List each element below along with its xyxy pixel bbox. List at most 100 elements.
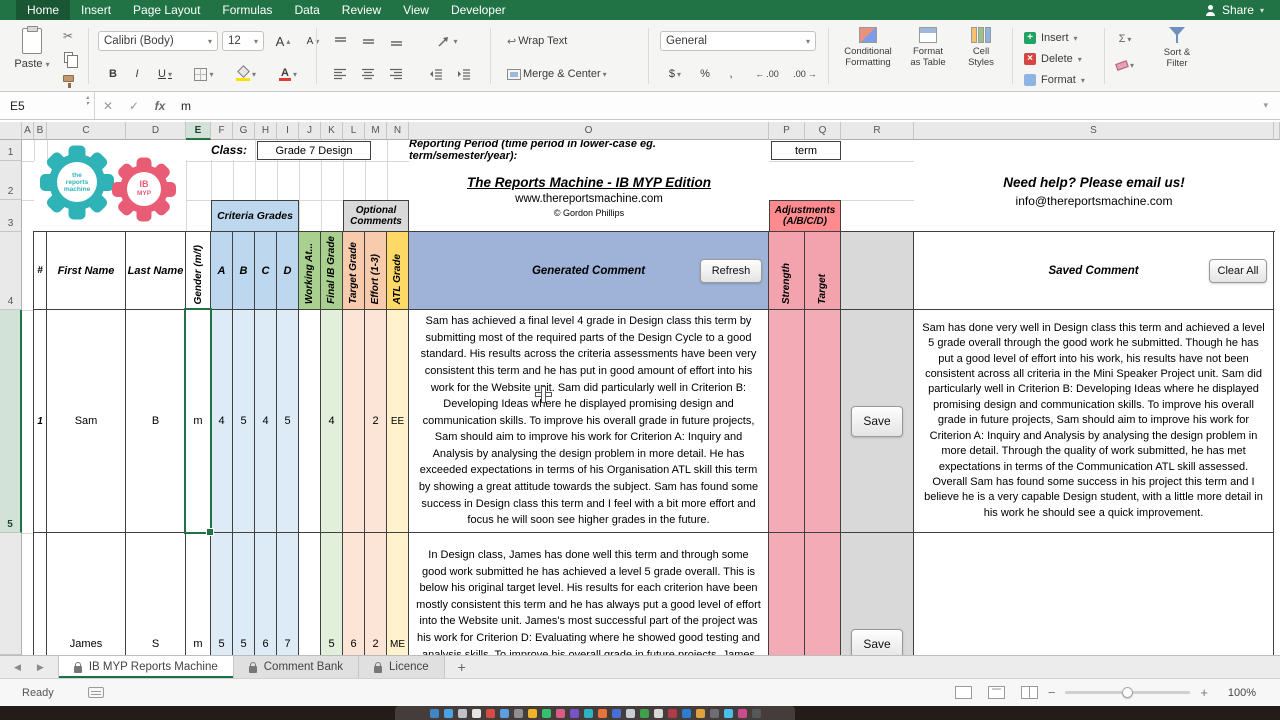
- column-header-g[interactable]: G: [233, 122, 255, 140]
- header-cell-number[interactable]: #: [34, 232, 47, 310]
- header-cell-final-ib-grade[interactable]: Final IB Grade: [321, 232, 343, 310]
- column-header-r[interactable]: R: [841, 122, 914, 140]
- share-button[interactable]: Share ▾: [1189, 0, 1280, 20]
- dock-icon[interactable]: [723, 708, 733, 718]
- save-button[interactable]: Save: [851, 628, 903, 655]
- cell-first-name[interactable]: Sam: [47, 310, 126, 533]
- column-header-l[interactable]: L: [343, 122, 365, 140]
- increase-indent-button[interactable]: [452, 64, 476, 84]
- prev-sheet-icon[interactable]: ◀: [14, 662, 21, 673]
- cell-effort[interactable]: 2: [365, 533, 387, 655]
- cell-gender-selected[interactable]: m: [186, 310, 211, 533]
- header-cell-saved-comment[interactable]: Saved Comment Clear All: [914, 232, 1274, 310]
- column-header-i[interactable]: I: [277, 122, 299, 140]
- row-header-1[interactable]: 1: [0, 140, 22, 161]
- column-header-c[interactable]: C: [47, 122, 126, 140]
- row-header-4[interactable]: 4: [0, 232, 22, 310]
- cell-target-grade[interactable]: [343, 310, 365, 533]
- column-header-a[interactable]: A: [22, 122, 34, 140]
- select-all-corner[interactable]: [0, 122, 22, 140]
- header-cell-criterion-c[interactable]: C: [255, 232, 277, 310]
- zoom-out-button[interactable]: −: [1048, 685, 1056, 700]
- dock-icon[interactable]: [443, 708, 453, 718]
- zoom-in-button[interactable]: +: [1200, 685, 1208, 700]
- cell-last-name[interactable]: B: [126, 310, 186, 533]
- dock-icon[interactable]: [639, 708, 649, 718]
- dock-icon[interactable]: [457, 708, 467, 718]
- save-button[interactable]: Save: [851, 405, 903, 437]
- column-header-m[interactable]: M: [365, 122, 387, 140]
- borders-button[interactable]: ▾: [186, 64, 222, 84]
- dock-icon[interactable]: [583, 708, 593, 718]
- cell-criterion-b[interactable]: 5: [233, 533, 255, 655]
- formula-bar-expand-icon[interactable]: ▾: [1263, 92, 1280, 119]
- align-center-button[interactable]: [356, 64, 380, 84]
- adjustments-band[interactable]: Adjustments (A/B/C/D): [769, 200, 841, 232]
- header-cell-strength[interactable]: Strength: [769, 232, 805, 310]
- format-as-table-button[interactable]: Format as Table: [902, 27, 954, 85]
- header-cell-criterion-a[interactable]: A: [211, 232, 233, 310]
- font-name-select[interactable]: Calibri (Body) ▾: [98, 31, 218, 51]
- cell-criterion-a[interactable]: 5: [211, 533, 233, 655]
- font-size-select[interactable]: 12 ▾: [222, 31, 264, 51]
- header-cell-criterion-b[interactable]: B: [233, 232, 255, 310]
- align-bottom-button[interactable]: [384, 31, 408, 51]
- reporting-period-label-cell[interactable]: Reporting Period (time period in lower-c…: [409, 138, 766, 162]
- cell-saved-comment[interactable]: Sam has done very well in Design class t…: [914, 310, 1274, 533]
- percent-format-button[interactable]: %: [694, 64, 716, 84]
- column-header-s[interactable]: S: [914, 122, 1274, 140]
- cell-target-adjust[interactable]: [805, 533, 841, 655]
- align-left-button[interactable]: [328, 64, 352, 84]
- dock-icon[interactable]: [695, 708, 705, 718]
- column-header-k[interactable]: K: [321, 122, 343, 140]
- cell-strength-adjust[interactable]: [769, 533, 805, 655]
- dock-icon[interactable]: [653, 708, 663, 718]
- next-sheet-icon[interactable]: ▶: [37, 662, 44, 673]
- clear-all-button[interactable]: Clear All: [1209, 258, 1267, 283]
- column-header-p[interactable]: P: [769, 122, 805, 140]
- autosum-button[interactable]: Σ ▾: [1112, 30, 1138, 48]
- font-color-button[interactable]: A ▾: [270, 64, 306, 84]
- header-cell-atl-grade[interactable]: ATL Grade: [387, 232, 409, 310]
- cell-atl[interactable]: ME: [387, 533, 409, 655]
- column-header-f[interactable]: F: [211, 122, 233, 140]
- cell-generated-comment[interactable]: Sam has achieved a final level 4 grade i…: [409, 310, 769, 533]
- orientation-button[interactable]: ▾: [428, 31, 466, 51]
- increase-font-button[interactable]: A ▴: [270, 31, 296, 51]
- header-cell-criterion-d[interactable]: D: [277, 232, 299, 310]
- header-cell-effort[interactable]: Effort (1-3): [365, 232, 387, 310]
- header-cell-working-at[interactable]: Working At...: [299, 232, 321, 310]
- add-sheet-button[interactable]: +: [445, 656, 479, 678]
- cell-working-at[interactable]: [299, 533, 321, 655]
- refresh-button[interactable]: Refresh: [700, 258, 762, 283]
- number-format-select[interactable]: General ▾: [660, 31, 816, 51]
- header-cell-first-name[interactable]: First Name: [47, 232, 126, 310]
- cell-final-ib[interactable]: 4: [321, 310, 343, 533]
- dock-icon[interactable]: [513, 708, 523, 718]
- cell-saved-comment[interactable]: [914, 533, 1274, 655]
- criteria-grades-band[interactable]: Criteria Grades: [211, 200, 299, 232]
- cell-strength-adjust[interactable]: [769, 310, 805, 533]
- cell-criterion-c[interactable]: 4: [255, 310, 277, 533]
- column-header-b[interactable]: B: [34, 122, 47, 140]
- fill-color-button[interactable]: ▾: [228, 64, 264, 84]
- ribbon-tab-formulas[interactable]: Formulas: [211, 0, 283, 20]
- merge-center-button[interactable]: Merge & Center ▾: [502, 64, 612, 84]
- dock-icon[interactable]: [499, 708, 509, 718]
- dock-icon[interactable]: [681, 708, 691, 718]
- align-middle-button[interactable]: [356, 31, 380, 51]
- cell-num[interactable]: 2: [34, 533, 47, 655]
- sheet-tab-licence[interactable]: Licence: [359, 656, 445, 678]
- dock-icon[interactable]: [611, 708, 621, 718]
- header-cell-target-grade[interactable]: Target Grade: [343, 232, 365, 310]
- sheet-tab-reports-machine[interactable]: IB MYP Reports Machine: [57, 656, 234, 678]
- column-header-e-selected[interactable]: E: [186, 122, 211, 140]
- dock-icon[interactable]: [751, 708, 761, 718]
- zoom-slider[interactable]: [1065, 687, 1191, 698]
- cell-num[interactable]: 1: [34, 310, 47, 533]
- column-header-h[interactable]: H: [255, 122, 277, 140]
- cell-styles-button[interactable]: Cell Styles: [958, 27, 1004, 85]
- dock-icon[interactable]: [429, 708, 439, 718]
- bold-button[interactable]: B: [102, 64, 124, 84]
- format-painter-button[interactable]: [58, 69, 78, 88]
